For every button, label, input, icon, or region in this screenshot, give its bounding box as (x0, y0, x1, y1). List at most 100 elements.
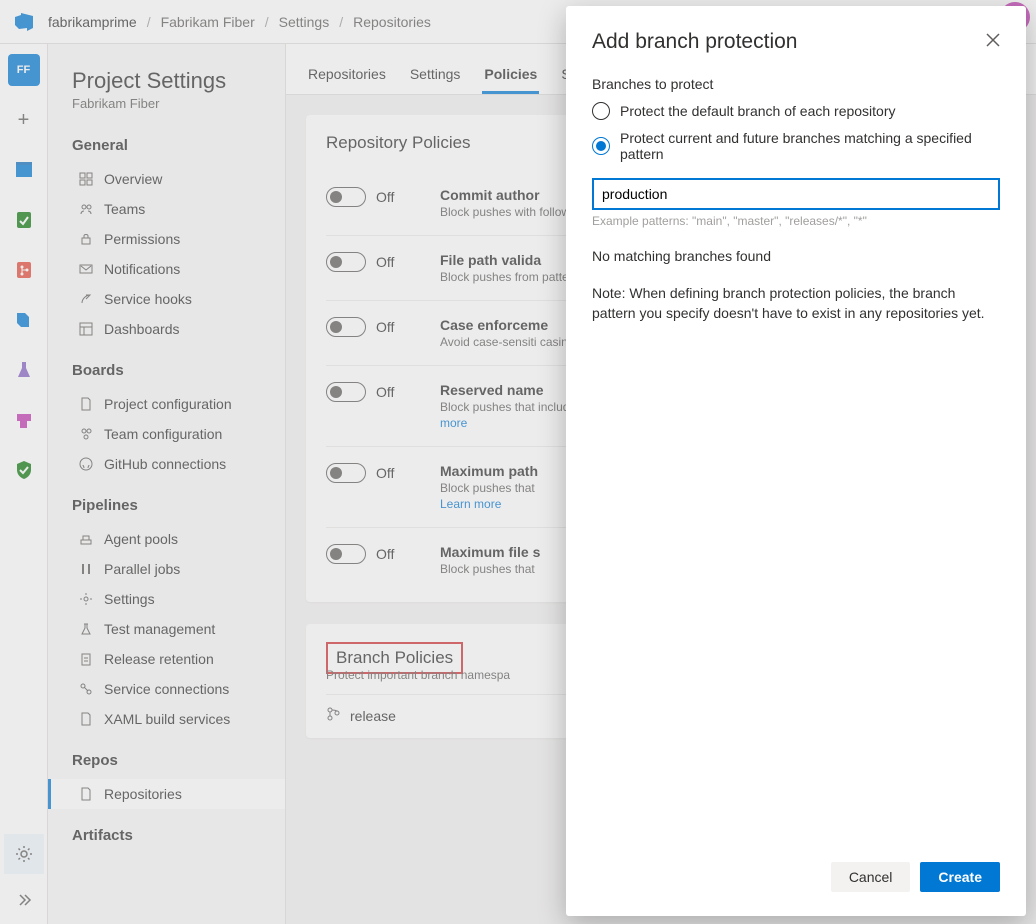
policy-link[interactable]: more (440, 416, 467, 430)
branch-name: release (350, 708, 396, 724)
chemistry-rail-icon[interactable] (8, 354, 40, 386)
radio-protect-default[interactable]: Protect the default branch of each repos… (592, 102, 1000, 120)
nav-label: Settings (104, 591, 155, 607)
radio-label: Protect current and future branches matc… (620, 130, 1000, 162)
artifacts-rail-icon[interactable] (8, 404, 40, 436)
teams-icon (78, 201, 94, 217)
close-icon[interactable] (986, 33, 1000, 52)
page-title: Project Settings (72, 68, 285, 94)
pipelines-rail-icon[interactable] (8, 304, 40, 336)
section-artifacts: Artifacts (72, 827, 285, 844)
retention-icon (78, 651, 94, 667)
nav-label: Dashboards (104, 321, 180, 337)
shield-rail-icon[interactable] (8, 454, 40, 486)
section-repos: Repos (72, 752, 285, 769)
branch-pattern-input[interactable] (592, 178, 1000, 210)
repos-rail-icon[interactable] (8, 254, 40, 286)
branch-icon (326, 707, 340, 724)
nav-label: XAML build services (104, 711, 230, 727)
pool-icon (78, 531, 94, 547)
nav-overview[interactable]: Overview (72, 164, 285, 194)
nav-github[interactable]: GitHub connections (72, 449, 285, 479)
add-icon[interactable]: + (8, 104, 40, 136)
section-pipelines: Pipelines (72, 497, 285, 514)
policy-toggle[interactable] (326, 252, 366, 272)
pattern-note: Note: When defining branch protection po… (592, 284, 1000, 323)
nav-label: Project configuration (104, 396, 232, 412)
dialog-title: Add branch protection (592, 30, 797, 54)
breadcrumb: fabrikamprime / Fabrikam Fiber / Setting… (48, 14, 431, 30)
no-match-message: No matching branches found (592, 248, 1000, 264)
policy-toggle[interactable] (326, 382, 366, 402)
expand-rail-icon[interactable] (4, 880, 44, 920)
tab-repositories[interactable]: Repositories (306, 60, 388, 94)
radio-icon (592, 137, 610, 155)
nav-service-hooks[interactable]: Service hooks (72, 284, 285, 314)
boards-rail-icon[interactable] (8, 154, 40, 186)
xaml-icon (78, 711, 94, 727)
breadcrumb-page[interactable]: Repositories (353, 14, 431, 30)
hook-icon (78, 291, 94, 307)
azure-devops-logo-icon[interactable] (8, 6, 40, 38)
breadcrumb-project[interactable]: Fabrikam Fiber (161, 14, 255, 30)
policy-desc: Block pushes that (440, 562, 540, 576)
nav-test-mgmt[interactable]: Test management (72, 614, 285, 644)
project-badge-icon[interactable]: FF (8, 54, 40, 86)
flask-icon (78, 621, 94, 637)
policy-toggle[interactable] (326, 187, 366, 207)
policy-desc: Block pushes that (440, 481, 538, 495)
nav-release-retention[interactable]: Release retention (72, 644, 285, 674)
nav-pipeline-settings[interactable]: Settings (72, 584, 285, 614)
nav-service-connections[interactable]: Service connections (72, 674, 285, 704)
nav-permissions[interactable]: Permissions (72, 224, 285, 254)
gear-icon (78, 591, 94, 607)
nav-repositories[interactable]: Repositories (48, 779, 285, 809)
policy-toggle[interactable] (326, 544, 366, 564)
nav-label: Release retention (104, 651, 214, 667)
policy-toggle[interactable] (326, 317, 366, 337)
nav-dashboards[interactable]: Dashboards (72, 314, 285, 344)
nav-label: Agent pools (104, 531, 178, 547)
lock-icon (78, 231, 94, 247)
nav-notifications[interactable]: Notifications (72, 254, 285, 284)
tab-settings[interactable]: Settings (408, 60, 463, 94)
nav-parallel-jobs[interactable]: Parallel jobs (72, 554, 285, 584)
radio-icon (592, 102, 610, 120)
nav-team-config[interactable]: Team configuration (72, 419, 285, 449)
parallel-icon (78, 561, 94, 577)
nav-label: Notifications (104, 261, 180, 277)
nav-label: Permissions (104, 231, 180, 247)
nav-label: Team configuration (104, 426, 222, 442)
test-plans-rail-icon[interactable] (8, 204, 40, 236)
nav-label: Service connections (104, 681, 229, 697)
section-boards: Boards (72, 362, 285, 379)
overview-icon (78, 171, 94, 187)
policy-toggle[interactable] (326, 463, 366, 483)
message-icon (78, 261, 94, 277)
nav-teams[interactable]: Teams (72, 194, 285, 224)
pattern-hint: Example patterns: "main", "master", "rel… (592, 214, 1000, 228)
dashboard-icon (78, 321, 94, 337)
toggle-state: Off (376, 254, 394, 270)
toggle-state: Off (376, 189, 394, 205)
tab-policies[interactable]: Policies (482, 60, 539, 94)
radio-protect-pattern[interactable]: Protect current and future branches matc… (592, 130, 1000, 162)
sidebar: Project Settings Fabrikam Fiber General … (48, 44, 286, 924)
nav-project-config[interactable]: Project configuration (72, 389, 285, 419)
policy-link[interactable]: Learn more (440, 497, 501, 511)
toggle-state: Off (376, 546, 394, 562)
toggle-state: Off (376, 384, 394, 400)
nav-label: Service hooks (104, 291, 192, 307)
branches-to-protect-label: Branches to protect (592, 76, 1000, 92)
nav-xaml-build[interactable]: XAML build services (72, 704, 285, 734)
settings-rail-icon[interactable] (4, 834, 44, 874)
toggle-state: Off (376, 465, 394, 481)
breadcrumb-org[interactable]: fabrikamprime (48, 14, 137, 30)
add-branch-protection-dialog: Add branch protection Branches to protec… (566, 6, 1026, 916)
cancel-button[interactable]: Cancel (831, 862, 911, 892)
create-button[interactable]: Create (920, 862, 1000, 892)
left-rail: FF + (0, 44, 48, 924)
breadcrumb-section[interactable]: Settings (279, 14, 330, 30)
nav-agent-pools[interactable]: Agent pools (72, 524, 285, 554)
radio-label: Protect the default branch of each repos… (620, 103, 896, 119)
